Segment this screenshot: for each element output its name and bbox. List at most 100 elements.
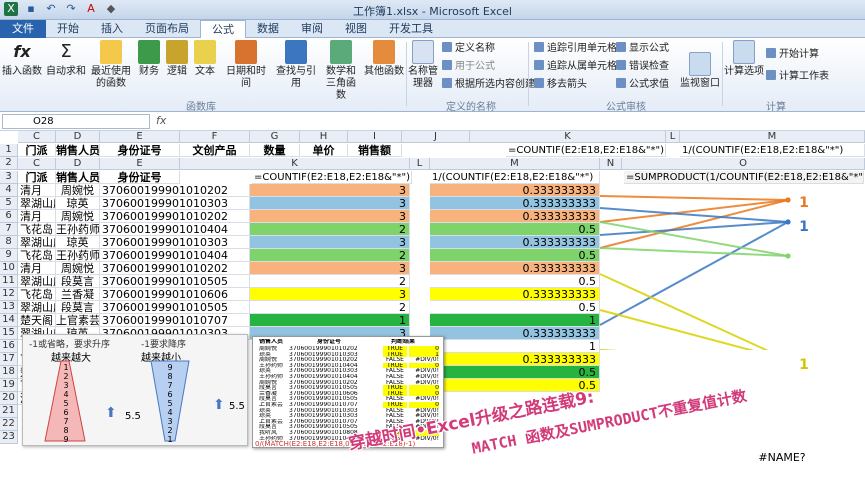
column-header[interactable]: C <box>18 131 56 143</box>
use-in-formula-button[interactable]: 用于公式 <box>442 60 495 74</box>
financial-button[interactable]: 财务 <box>138 40 160 78</box>
column-header[interactable]: K <box>470 131 666 143</box>
calculate-sheet-button[interactable]: 计算工作表 <box>766 70 829 84</box>
trace-dependents-button[interactable]: 追踪从属单元格 <box>534 60 617 74</box>
header-cell: 数量 <box>250 144 300 157</box>
row-header[interactable]: 2 <box>0 157 18 170</box>
name-manager-button[interactable]: 名称管理器 <box>408 40 438 90</box>
row-header[interactable]: 11 <box>0 275 18 288</box>
ascending-number: 8 <box>63 426 69 435</box>
trace-arrow <box>599 195 789 201</box>
calc-now-icon <box>766 48 776 58</box>
row-header[interactable]: 19 <box>0 379 18 392</box>
row-header[interactable]: 14 <box>0 314 18 327</box>
show-formulas-button[interactable]: 显示公式 <box>616 42 669 56</box>
math-trig-button[interactable]: 数学和三角函数 <box>322 40 360 102</box>
inset-col-header: 销售人员 <box>259 339 284 345</box>
define-name-button[interactable]: 定义名称 <box>442 42 495 56</box>
column-header[interactable]: D <box>56 131 100 143</box>
tab-formulas[interactable]: 公式 <box>200 20 246 38</box>
calculation-options-button[interactable]: 计算选项 <box>724 40 764 78</box>
watch-window-button[interactable]: 监视窗口 <box>680 52 720 90</box>
ascending-number: 1 <box>63 363 69 372</box>
error-checking-button[interactable]: 错误检查 <box>616 60 669 74</box>
tab-file[interactable]: 文件 <box>0 20 46 38</box>
fx-label[interactable]: fx <box>156 114 166 127</box>
row-header[interactable]: 23 <box>0 431 18 444</box>
column-header[interactable]: J <box>402 131 470 143</box>
text-button[interactable]: 文本 <box>194 40 216 78</box>
logical-button[interactable]: 逻辑 <box>166 40 188 78</box>
cell-reciprocal[interactable]: 0.5 <box>430 366 600 379</box>
row-header[interactable]: 12 <box>0 288 18 301</box>
evaluate-formula-button[interactable]: 公式求值 <box>616 78 669 92</box>
row-header[interactable]: 5 <box>0 197 18 210</box>
tab-view[interactable]: 视图 <box>334 20 378 38</box>
insert-function-button[interactable]: fx 插入函数 <box>2 40 42 78</box>
arrow-overlay <box>599 195 791 350</box>
ascending-number: 5 <box>63 399 69 408</box>
more-functions-button[interactable]: 其他函数 <box>364 40 404 78</box>
column-header[interactable]: H <box>300 131 348 143</box>
logical-book-icon <box>166 40 188 64</box>
row-header[interactable]: 7 <box>0 223 18 236</box>
formula-text: 1/(COUNTIF(E2:E18,E2:E18&"*") <box>680 144 865 157</box>
trace-precedents-icon <box>534 42 544 52</box>
row-header[interactable]: 10 <box>0 262 18 275</box>
tab-home[interactable]: 开始 <box>46 20 90 38</box>
name-box[interactable]: O28 <box>2 114 150 129</box>
ascending-number: 3 <box>63 381 69 390</box>
tab-data[interactable]: 数据 <box>246 20 290 38</box>
evaluate-icon <box>616 78 626 88</box>
formula-text: =COUNTIF(E2:E18,E2:E18&"*") <box>506 144 666 157</box>
row-header[interactable]: 20 <box>0 392 18 405</box>
row-header[interactable]: 8 <box>0 236 18 249</box>
remove-arrows-button[interactable]: 移去箭头 <box>534 78 587 92</box>
show-formulas-icon <box>616 42 626 52</box>
ribbon: fx 插入函数 Σ 自动求和 最近使用的函数 财务 逻辑 文本 日期和时间 查找与引… <box>0 38 865 113</box>
ascending-number: 9 <box>63 435 69 444</box>
column-header[interactable]: M <box>680 131 865 143</box>
descending-number: 7 <box>167 381 173 390</box>
tab-insert[interactable]: 插入 <box>90 20 134 38</box>
row-header[interactable]: 9 <box>0 249 18 262</box>
ascending-number: 6 <box>63 408 69 417</box>
column-header[interactable]: L <box>666 131 680 143</box>
row-header[interactable]: 3 <box>0 171 18 184</box>
row-header[interactable]: 17 <box>0 353 18 366</box>
name-error-cell[interactable]: #NAME? <box>752 451 812 464</box>
trace-arrow <box>599 221 789 326</box>
row-header[interactable]: 22 <box>0 418 18 431</box>
row-header[interactable]: 15 <box>0 327 18 340</box>
autosum-button[interactable]: Σ 自动求和 <box>46 40 86 78</box>
column-header[interactable]: G <box>250 131 300 143</box>
recent-functions-button[interactable]: 最近使用的函数 <box>88 40 134 90</box>
tab-developer[interactable]: 开发工具 <box>378 20 444 38</box>
divider <box>528 42 529 106</box>
header-cell: 门派 <box>18 144 56 157</box>
column-header[interactable]: F <box>180 131 250 143</box>
column-header[interactable]: I <box>348 131 402 143</box>
cell-reciprocal[interactable]: 0.333333333 <box>430 353 600 366</box>
date-time-button[interactable]: 日期和时间 <box>222 40 270 90</box>
row-header[interactable]: 21 <box>0 405 18 418</box>
calculator-icon <box>733 40 755 64</box>
divider <box>722 42 723 106</box>
formula-bar: O28 fx <box>0 113 865 131</box>
row-header[interactable]: 18 <box>0 366 18 379</box>
header-cell: 单价 <box>300 144 348 157</box>
descending-number: 4 <box>167 408 173 417</box>
create-from-selection-button[interactable]: 根据所选内容创建 <box>442 78 535 92</box>
row-header[interactable]: 1 <box>0 144 18 157</box>
row-header[interactable]: 13 <box>0 301 18 314</box>
row-header[interactable]: 4 <box>0 184 18 197</box>
column-header[interactable]: E <box>100 131 180 143</box>
row-header[interactable]: 16 <box>0 340 18 353</box>
trace-precedents-button[interactable]: 追踪引用单元格 <box>534 42 617 56</box>
row-header[interactable]: 6 <box>0 210 18 223</box>
tab-page-layout[interactable]: 页面布局 <box>134 20 200 38</box>
window-title: 工作簿1.xlsx - Microsoft Excel <box>353 5 512 18</box>
calculate-now-button[interactable]: 开始计算 <box>766 48 819 62</box>
lookup-reference-button[interactable]: 查找与引用 <box>272 40 320 90</box>
tab-review[interactable]: 审阅 <box>290 20 334 38</box>
